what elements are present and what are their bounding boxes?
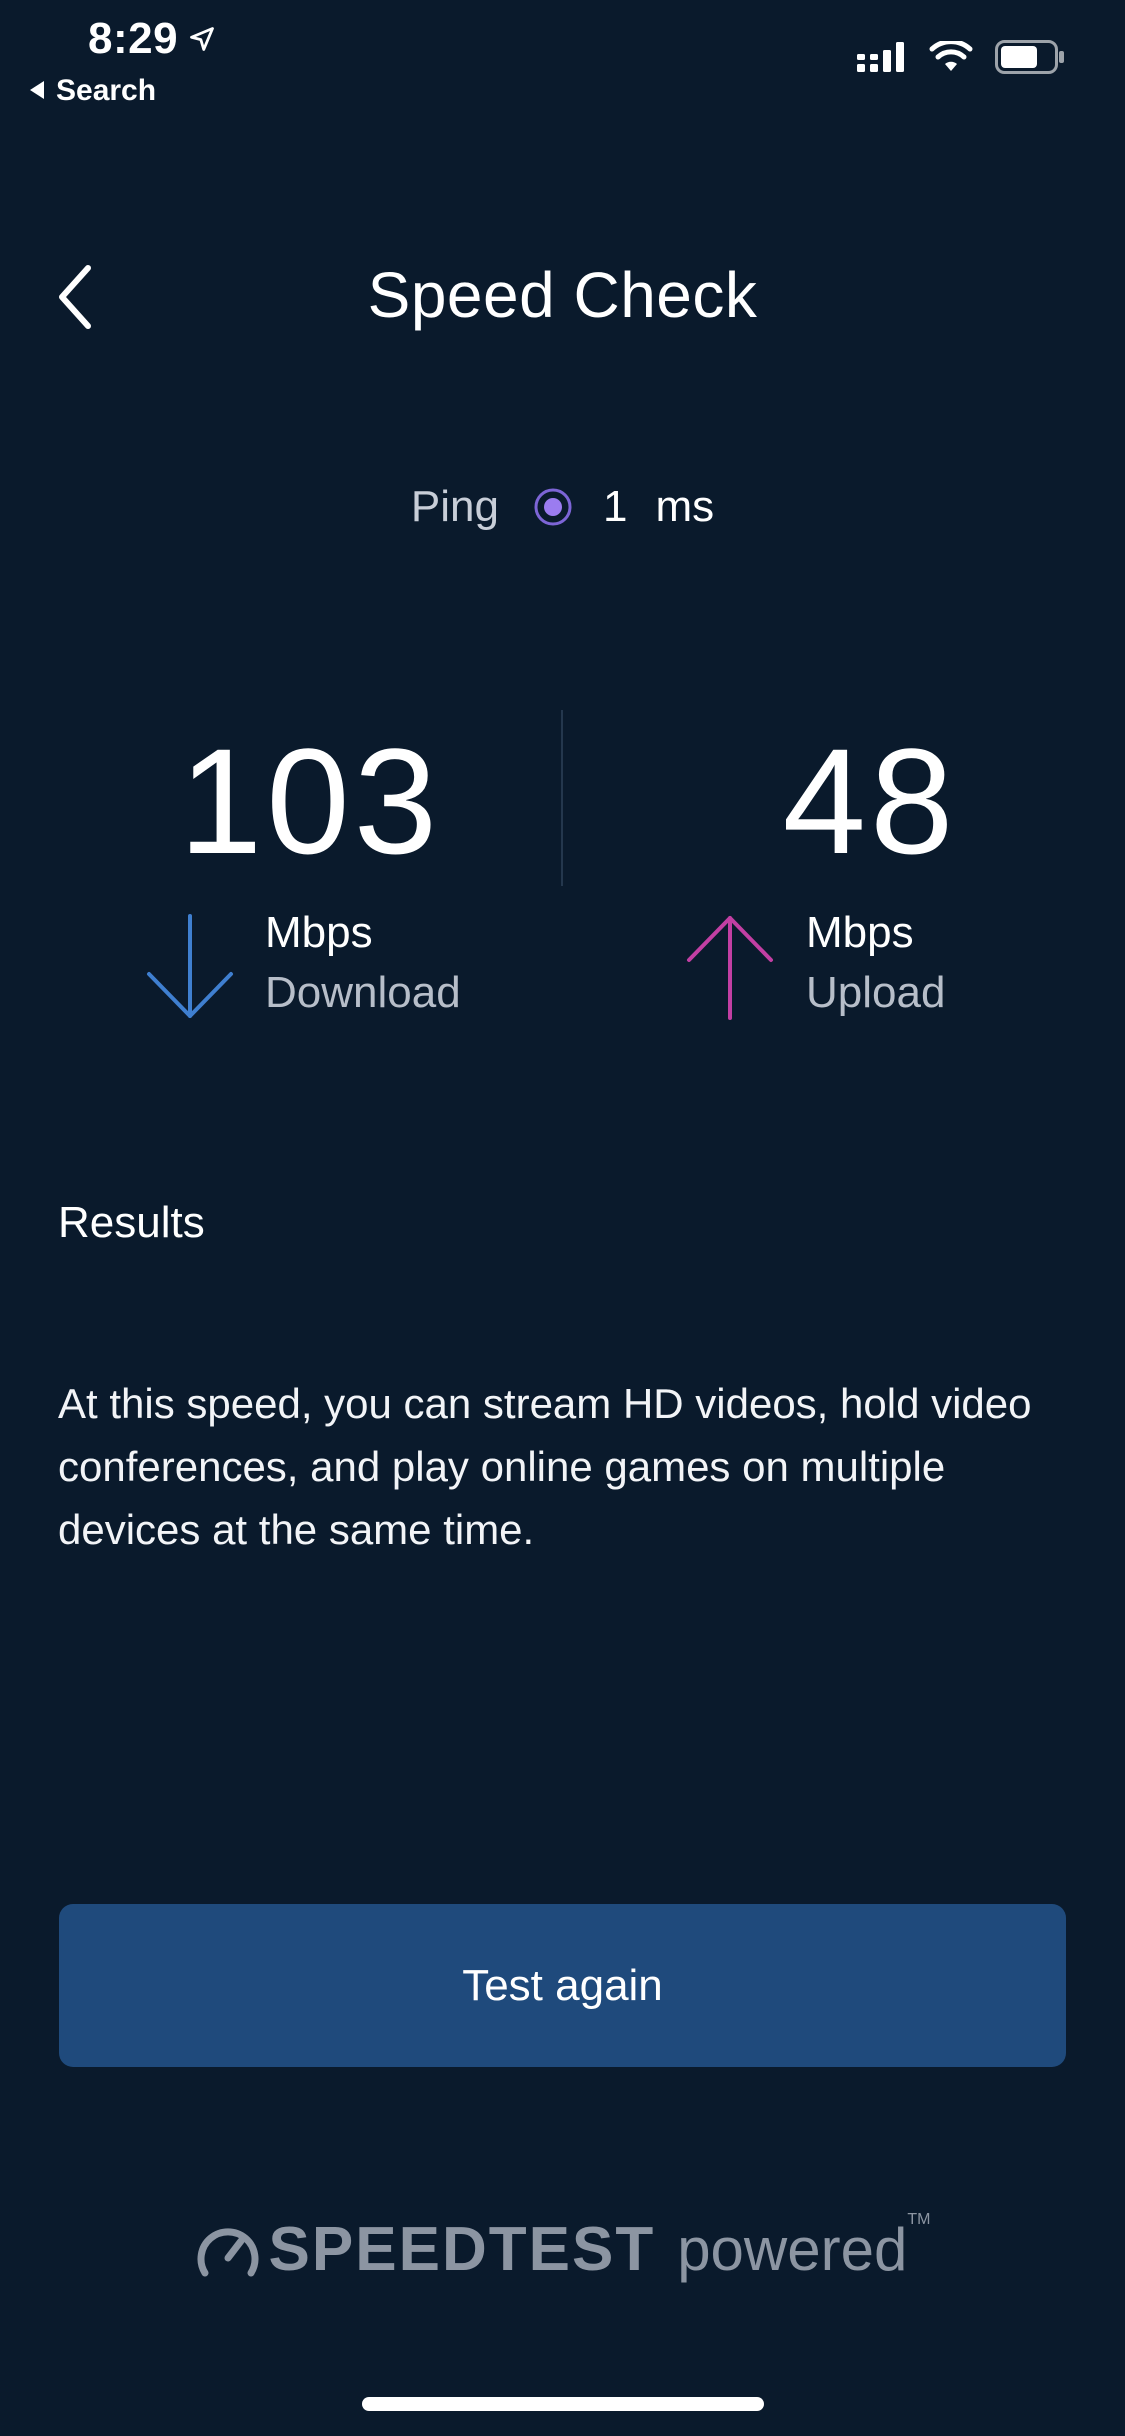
download-unit: Mbps xyxy=(265,908,373,957)
upload-arrow-icon xyxy=(685,912,775,1027)
results-title: Results xyxy=(58,1198,205,1247)
speedtest-powered-logo: SPEEDTEST poweredTM xyxy=(0,2211,1125,2285)
download-arrow-icon xyxy=(145,912,235,1027)
status-time-text: 8:29 xyxy=(88,14,179,63)
download-label: Download xyxy=(265,968,461,1017)
wifi-icon xyxy=(929,39,973,78)
ping-value: 1 xyxy=(602,482,628,531)
page-title: Speed Check xyxy=(367,259,758,331)
test-again-button[interactable]: Test again xyxy=(59,1904,1066,2067)
speed-divider xyxy=(561,710,563,886)
upload-unit: Mbps xyxy=(806,908,914,957)
cellular-signal-icon xyxy=(857,42,907,77)
battery-icon xyxy=(995,40,1065,79)
home-indicator[interactable] xyxy=(362,2397,764,2411)
status-indicators xyxy=(857,39,1065,79)
back-triangle-icon xyxy=(28,74,46,108)
results-description: At this speed, you can stream HD videos,… xyxy=(58,1380,1032,1553)
trademark-mark: TM xyxy=(907,2211,931,2228)
ping-unit: ms xyxy=(655,482,715,531)
location-arrow-icon xyxy=(188,14,216,64)
upload-label: Upload xyxy=(806,968,946,1017)
speedtest-powered-text: poweredTM xyxy=(677,2211,930,2284)
upload-speed-value: 48 xyxy=(782,717,958,885)
status-time: 8:29 xyxy=(88,14,216,64)
ping-row: Ping 1 ms xyxy=(0,482,1125,532)
speedtest-gauge-icon xyxy=(195,2221,261,2279)
status-back-link[interactable]: Search xyxy=(28,74,156,108)
ping-radio-icon xyxy=(533,487,573,527)
status-back-label: Search xyxy=(56,74,157,107)
speedtest-brand: SPEEDTEST xyxy=(268,2215,656,2284)
powered-word: powered xyxy=(677,2216,908,2283)
ping-label: Ping xyxy=(410,482,499,531)
download-speed-value: 103 xyxy=(178,717,442,885)
